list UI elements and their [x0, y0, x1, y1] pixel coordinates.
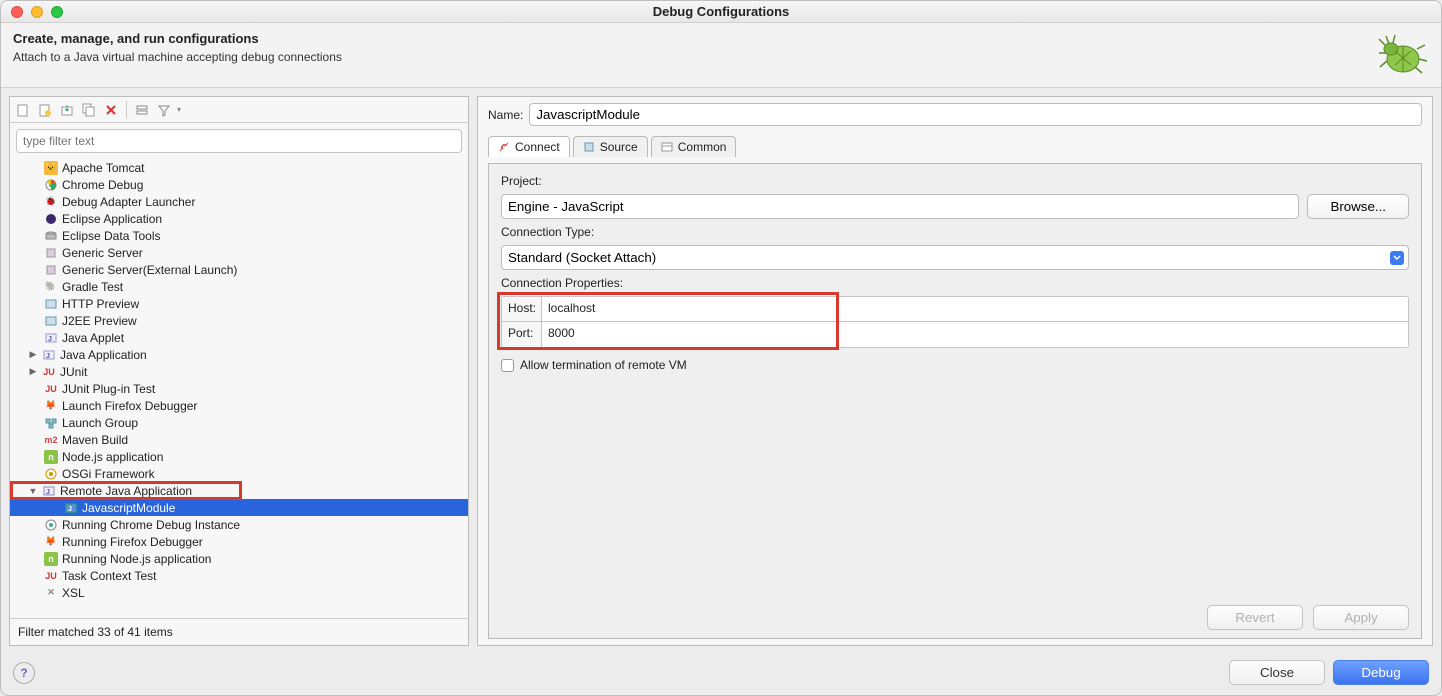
allow-termination-checkbox[interactable] — [501, 359, 514, 372]
config-tree[interactable]: 🐱Apache Tomcat Chrome Debug 🐞Debug Adapt… — [10, 159, 468, 618]
source-icon — [583, 141, 595, 153]
name-label: Name: — [488, 108, 523, 122]
tree-item-launch-group[interactable]: Launch Group — [10, 414, 468, 431]
common-icon — [661, 141, 673, 153]
config-tabs: Connect Source Common — [488, 136, 1422, 157]
tree-item-generic-server[interactable]: Generic Server — [10, 244, 468, 261]
dialog-bottom-bar: ? Close Debug — [1, 654, 1441, 695]
tree-item-task-context[interactable]: JUTask Context Test — [10, 567, 468, 584]
tree-item-running-node[interactable]: nRunning Node.js application — [10, 550, 468, 567]
tree-item-maven-build[interactable]: m2Maven Build — [10, 431, 468, 448]
help-button[interactable]: ? — [13, 662, 35, 684]
debug-config-window: Debug Configurations Create, manage, and… — [0, 0, 1442, 696]
tree-item-http-preview[interactable]: HTTP Preview — [10, 295, 468, 312]
export-button[interactable] — [58, 101, 76, 119]
conn-type-select[interactable] — [501, 245, 1409, 270]
conn-type-label: Connection Type: — [501, 225, 1409, 239]
duplicate-button[interactable] — [80, 101, 98, 119]
tab-source[interactable]: Source — [573, 136, 648, 157]
tree-item-running-chrome[interactable]: Running Chrome Debug Instance — [10, 516, 468, 533]
project-label: Project: — [501, 174, 1409, 188]
host-label: Host: — [502, 297, 542, 321]
tree-item-junit[interactable]: ▶JUJUnit — [10, 363, 468, 380]
port-value[interactable]: 8000 — [542, 322, 1408, 347]
new-prototype-button[interactable] — [36, 101, 54, 119]
tree-item-java-application[interactable]: ▶JJava Application — [10, 346, 468, 363]
dialog-body: ▾ 🐱Apache Tomcat Chrome Debug 🐞Debug Ada… — [1, 88, 1441, 654]
collapse-arrow-icon[interactable]: ▼ — [28, 486, 38, 496]
header-title: Create, manage, and run configurations — [13, 31, 342, 46]
delete-button[interactable] — [102, 101, 120, 119]
titlebar: Debug Configurations — [1, 1, 1441, 23]
apply-button[interactable]: Apply — [1313, 605, 1409, 630]
tree-item-j2ee-preview[interactable]: J2EE Preview — [10, 312, 468, 329]
conn-props-label: Connection Properties: — [501, 276, 1409, 290]
close-window-button[interactable] — [11, 6, 23, 18]
dropdown-arrow-icon[interactable] — [1390, 251, 1404, 265]
tree-item-junit-plugin[interactable]: JUJUnit Plug-in Test — [10, 380, 468, 397]
svg-text:J: J — [48, 336, 52, 343]
tree-item-node-app[interactable]: nNode.js application — [10, 448, 468, 465]
tree-item-osgi[interactable]: OSGi Framework — [10, 465, 468, 482]
zoom-window-button[interactable] — [51, 6, 63, 18]
tree-item-debug-adapter[interactable]: 🐞Debug Adapter Launcher — [10, 193, 468, 210]
tab-connect[interactable]: Connect — [488, 136, 570, 157]
browse-button[interactable]: Browse... — [1307, 194, 1409, 219]
tree-item-xsl[interactable]: ✕XSL — [10, 584, 468, 601]
config-details-panel: Name: Connect Source Common — [477, 96, 1433, 646]
close-button[interactable]: Close — [1229, 660, 1325, 685]
tree-item-gradle-test[interactable]: 🐘Gradle Test — [10, 278, 468, 295]
expand-arrow-icon[interactable]: ▶ — [28, 366, 38, 377]
svg-text:J: J — [46, 353, 50, 360]
tree-item-remote-java[interactable]: ▼JRemote Java Application — [10, 482, 468, 499]
connection-properties-table: Host: localhost Port: 8000 — [501, 296, 1409, 348]
expand-arrow-icon[interactable]: ▶ — [28, 349, 38, 360]
filter-input[interactable] — [16, 129, 462, 153]
tree-item-firefox-debug[interactable]: 🦊Launch Firefox Debugger — [10, 397, 468, 414]
svg-text:J: J — [68, 506, 72, 513]
debug-bug-icon — [1373, 31, 1429, 77]
config-toolbar: ▾ — [10, 97, 468, 123]
configurations-panel: ▾ 🐱Apache Tomcat Chrome Debug 🐞Debug Ada… — [9, 96, 469, 646]
dialog-header: Create, manage, and run configurations A… — [1, 23, 1441, 88]
tree-item-apache-tomcat[interactable]: 🐱Apache Tomcat — [10, 159, 468, 176]
collapse-all-button[interactable] — [133, 101, 151, 119]
tree-item-eclipse-data[interactable]: Eclipse Data Tools — [10, 227, 468, 244]
tree-item-running-firefox[interactable]: 🦊Running Firefox Debugger — [10, 533, 468, 550]
tree-item-java-applet[interactable]: JJava Applet — [10, 329, 468, 346]
host-value[interactable]: localhost — [542, 297, 1408, 321]
project-input[interactable] — [501, 194, 1299, 219]
minimize-window-button[interactable] — [31, 6, 43, 18]
filter-button[interactable] — [155, 101, 173, 119]
port-label: Port: — [502, 322, 542, 347]
tree-item-chrome-debug[interactable]: Chrome Debug — [10, 176, 468, 193]
window-title: Debug Configurations — [653, 4, 790, 19]
name-input[interactable] — [529, 103, 1422, 126]
debug-button[interactable]: Debug — [1333, 660, 1429, 685]
tree-item-generic-server-ext[interactable]: Generic Server(External Launch) — [10, 261, 468, 278]
connect-icon — [498, 141, 510, 153]
tab-common[interactable]: Common — [651, 136, 737, 157]
svg-text:J: J — [46, 489, 50, 496]
revert-button[interactable]: Revert — [1207, 605, 1303, 630]
tree-item-javascript-module[interactable]: JJavascriptModule — [10, 499, 468, 516]
traffic-lights — [11, 6, 63, 18]
filter-status: Filter matched 33 of 41 items — [10, 618, 468, 645]
new-config-button[interactable] — [14, 101, 32, 119]
connect-tab-body: Project: Browse... Connection Type: Conn… — [488, 163, 1422, 639]
header-subtitle: Attach to a Java virtual machine accepti… — [13, 50, 342, 64]
tree-item-eclipse-app[interactable]: Eclipse Application — [10, 210, 468, 227]
allow-termination-label: Allow termination of remote VM — [520, 358, 687, 372]
